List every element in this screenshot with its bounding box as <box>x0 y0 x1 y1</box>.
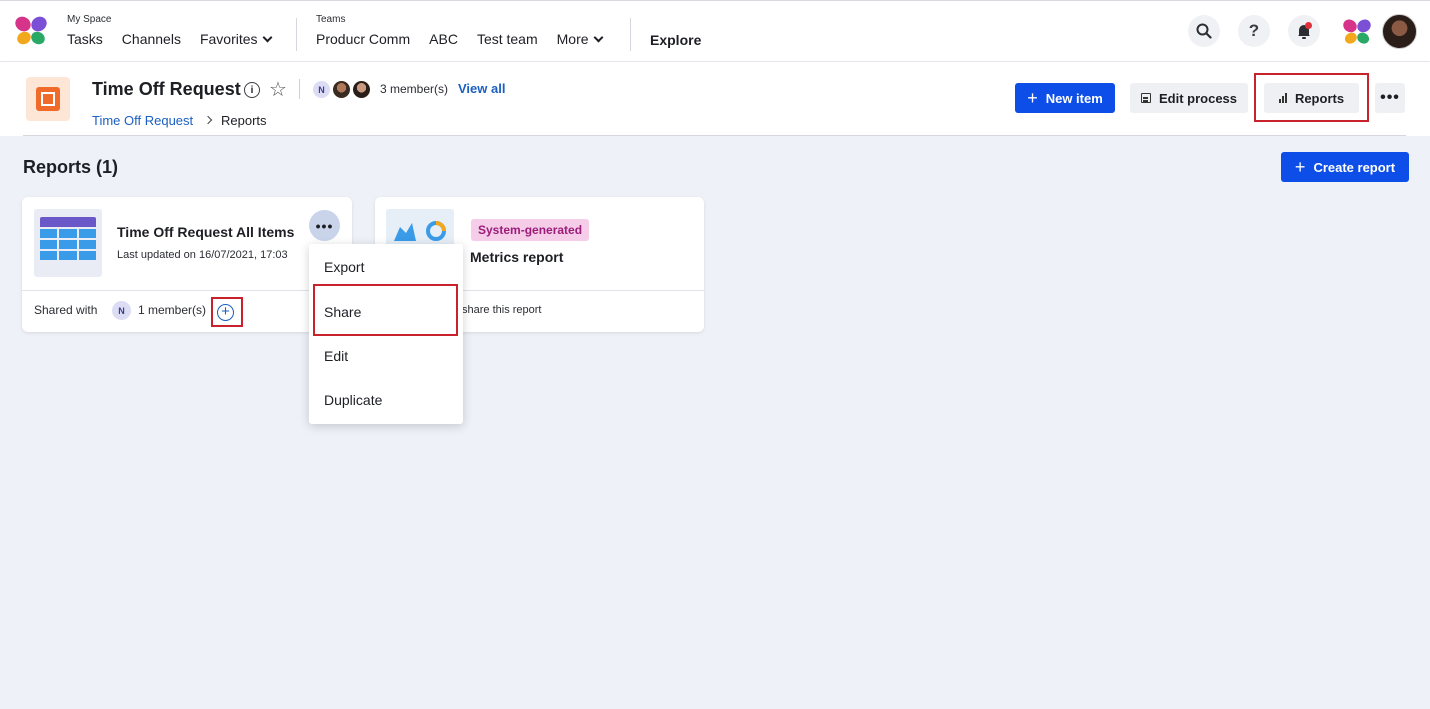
nav-tasks[interactable]: Tasks <box>67 31 103 47</box>
shared-member-avatar: N <box>112 301 131 320</box>
report-card[interactable]: Time Off Request All Items Last updated … <box>22 197 352 332</box>
teams-group: Teams Producr Comm ABC Test team More <box>316 13 621 47</box>
help-button[interactable]: ? <box>1238 15 1270 47</box>
nav-explore[interactable]: Explore <box>650 32 701 48</box>
nav-team-abc[interactable]: ABC <box>429 31 458 47</box>
more-options-button[interactable]: ••• <box>1375 83 1405 113</box>
header-divider-line <box>23 135 1406 136</box>
nav-favorites[interactable]: Favorites <box>199 31 272 47</box>
new-item-button[interactable]: + New item <box>1015 83 1115 113</box>
chevron-down-icon <box>593 32 603 42</box>
top-navigation: My Space Tasks Channels Favorites Teams … <box>0 0 1430 61</box>
notifications-button[interactable] <box>1288 15 1320 47</box>
reports-heading: Reports (1) <box>23 157 119 177</box>
search-icon <box>1196 23 1212 39</box>
process-header: Time Off Request i ☆ N 3 member(s) View … <box>0 62 1430 136</box>
system-generated-badge: System-generated <box>471 219 590 241</box>
menu-item-duplicate[interactable]: Duplicate <box>324 392 382 408</box>
chevron-down-icon <box>262 32 272 42</box>
nav-team-producr-comm[interactable]: Producr Comm <box>316 31 410 47</box>
nav-more-label: More <box>556 31 589 47</box>
new-item-label: New item <box>1045 90 1103 106</box>
card-divider <box>22 290 352 291</box>
highlight-box <box>1254 73 1369 122</box>
view-all-link[interactable]: View all <box>458 81 505 96</box>
nav-channels-label: Channels <box>121 31 181 47</box>
my-space-label: My Space <box>67 14 112 25</box>
menu-item-export[interactable]: Export <box>324 259 364 275</box>
workflow-icon <box>36 87 60 111</box>
breadcrumb-current: Reports <box>221 113 267 128</box>
share-report-text: share this report <box>462 304 542 316</box>
member-avatar <box>332 80 351 99</box>
document-icon <box>1140 93 1151 103</box>
breadcrumb-process[interactable]: Time Off Request <box>92 113 193 128</box>
menu-item-edit[interactable]: Edit <box>324 348 348 364</box>
report-title[interactable]: Time Off Request All Items <box>117 224 294 240</box>
info-icon[interactable]: i <box>244 82 260 98</box>
nav-team-label: ABC <box>429 31 458 47</box>
nav-team-label: Test team <box>476 31 538 47</box>
report-title[interactable]: Metrics report <box>470 249 563 265</box>
nav-team-test-team[interactable]: Test team <box>477 31 538 47</box>
nav-tasks-label: Tasks <box>67 31 103 47</box>
bell-icon <box>1298 22 1312 39</box>
app-switcher-logo-icon[interactable] <box>1342 18 1372 46</box>
edit-process-label: Edit process <box>1158 90 1238 106</box>
nav-team-label: Producr Comm <box>316 31 411 47</box>
create-report-label: Create report <box>1313 159 1396 175</box>
plus-icon: + <box>1294 157 1306 177</box>
report-updated: Last updated on 16/07/2021, 17:03 <box>117 249 288 261</box>
edit-process-button[interactable]: Edit process <box>1130 83 1248 113</box>
teams-label: Teams <box>316 14 346 25</box>
plus-icon: + <box>1027 88 1038 108</box>
member-avatar <box>352 80 371 99</box>
more-horizontal-icon: ••• <box>315 217 334 234</box>
search-button[interactable] <box>1188 15 1220 47</box>
header-divider <box>299 79 300 99</box>
nav-divider <box>630 18 631 51</box>
nav-channels[interactable]: Channels <box>122 31 181 47</box>
process-icon <box>26 77 70 121</box>
more-horizontal-icon: ••• <box>1380 89 1400 106</box>
app-logo-icon[interactable] <box>14 15 48 47</box>
nav-more[interactable]: More <box>556 31 603 47</box>
highlight-box <box>313 284 458 336</box>
chevron-right-icon <box>203 115 213 125</box>
nav-favorites-label: Favorites <box>199 31 258 47</box>
create-report-button[interactable]: + Create report <box>1281 152 1409 182</box>
star-icon[interactable]: ☆ <box>269 77 287 102</box>
shared-with-label: Shared with <box>34 303 98 317</box>
report-more-button[interactable]: ••• <box>309 210 340 241</box>
help-icon: ? <box>1248 21 1260 40</box>
member-count: 3 member(s) <box>380 82 449 96</box>
page-title: Time Off Request <box>92 79 241 99</box>
my-space-group: My Space Tasks Channels Favorites <box>67 13 290 47</box>
shared-member-count: 1 member(s) <box>138 303 207 317</box>
nav-divider <box>296 18 297 51</box>
user-avatar[interactable] <box>1382 14 1417 49</box>
member-avatar: N <box>312 80 331 99</box>
table-report-icon <box>34 209 102 277</box>
highlight-box <box>211 297 243 327</box>
